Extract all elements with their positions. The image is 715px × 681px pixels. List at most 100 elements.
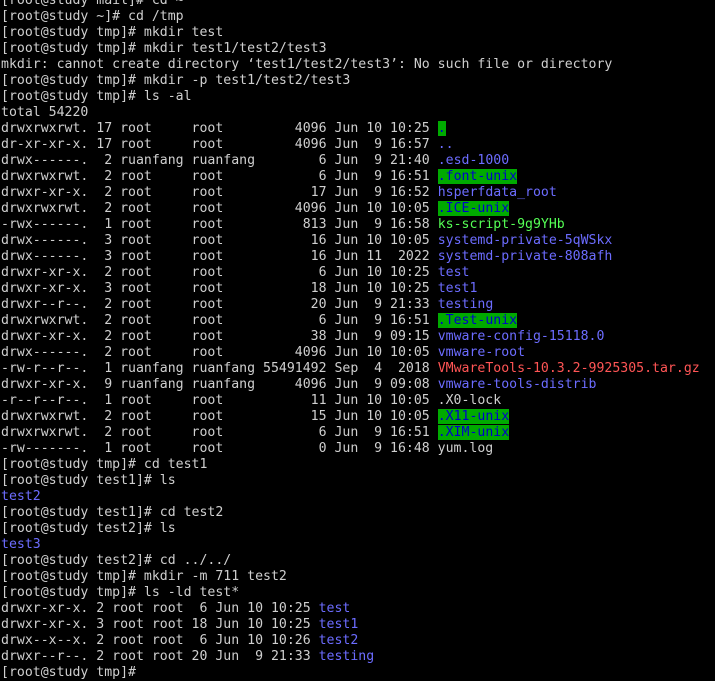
terminal-line: drwxr-xr-x. 2 root root 6 Jun 10 10:25 t… <box>1 265 700 281</box>
terminal-line: -rw-r--r--. 1 ruanfang ruanfang 55491492… <box>1 361 700 377</box>
line-text: dr-xr-xr-x. 17 root root 4096 Jun 9 16:5… <box>1 137 438 152</box>
line-text: [root@study tmp]# cd test1 <box>1 457 208 472</box>
line-text: [root@study tmp]# ls -ld test* <box>1 585 240 600</box>
file-name: systemd-private-808afh <box>437 249 613 264</box>
line-text: drwxrwxrwt. 2 root root 15 Jun 10 10:05 <box>1 409 438 424</box>
line-text: mkdir: cannot create directory ‘test1/te… <box>1 57 613 72</box>
terminal-line: drwx------. 2 root root 4096 Jun 10 10:0… <box>1 345 700 361</box>
line-text: drwxr-xr-x. 2 root root 6 Jun 10 10:25 <box>1 265 438 280</box>
line-text: -rw-------. 1 root root 0 Jun 9 16:48 yu… <box>1 441 494 456</box>
terminal-line: [root@study test1]# cd test2 <box>1 505 700 521</box>
file-name: .font-unix <box>437 169 518 184</box>
line-text: drwx------. 3 root root 16 Jun 11 2022 <box>1 249 438 264</box>
line-text: [root@study ~]# cd /tmp <box>1 9 184 24</box>
terminal-line: -r--r--r--. 1 root root 11 Jun 10 10:05 … <box>1 393 700 409</box>
file-name: test1 <box>318 617 359 632</box>
terminal-line: mkdir: cannot create directory ‘test1/te… <box>1 57 700 73</box>
line-text: [root@study test1]# ls <box>1 473 176 488</box>
terminal-line: drwxr-xr-x. 2 root root 6 Jun 10 10:25 t… <box>1 601 700 617</box>
terminal-line: drwxrwxrwt. 2 root root 6 Jun 9 16:51 .f… <box>1 169 700 185</box>
file-name: VMwareTools-10.3.2-9925305.tar.gz <box>437 361 700 376</box>
terminal-line: drwxrwxrwt. 17 root root 4096 Jun 10 10:… <box>1 121 700 137</box>
terminal-line: drwxr--r--. 2 root root 20 Jun 9 21:33 t… <box>1 297 700 313</box>
terminal-line: drwxr-xr-x. 2 root root 38 Jun 9 09:15 v… <box>1 329 700 345</box>
terminal-line: [root@study tmp]# mkdir test <box>1 25 700 41</box>
terminal-line: drwxr--r--. 2 root root 20 Jun 9 21:33 t… <box>1 649 700 665</box>
file-name: test2 <box>1 489 41 504</box>
terminal-line: [root@study test1]# ls <box>1 473 700 489</box>
terminal-line: [root@study tmp]# <box>1 665 700 681</box>
line-text: drwx------. 2 ruanfang ruanfang 6 Jun 9 … <box>1 153 438 168</box>
file-name: systemd-private-5qWSkx <box>437 233 613 248</box>
line-text: drwxr-xr-x. 2 root root 6 Jun 10 10:25 <box>1 601 319 616</box>
terminal-line: [root@study tmp]# ls -ld test* <box>1 585 700 601</box>
line-text: drwxr--r--. 2 root root 20 Jun 9 21:33 <box>1 297 438 312</box>
terminal-line: [root@study ~]# cd /tmp <box>1 9 700 25</box>
terminal-line: drwxr-xr-x. 3 root root 18 Jun 10 10:25 … <box>1 281 700 297</box>
line-text: [root@study test2]# cd ../../ <box>1 553 232 568</box>
file-name: testing <box>318 649 375 664</box>
line-text: drwxrwxrwt. 2 root root 6 Jun 9 16:51 <box>1 425 438 440</box>
file-name: ks-script-9g9YHb <box>437 217 565 232</box>
line-text: [root@study tmp]# ls -al <box>1 89 192 104</box>
line-text: drwx------. 3 root root 16 Jun 10 10:05 <box>1 233 438 248</box>
file-name: test2 <box>318 633 359 648</box>
terminal-line: test3 <box>1 537 700 553</box>
file-name: .. <box>437 137 454 152</box>
line-text: [root@study tmp]# mkdir -m 711 test2 <box>1 569 287 584</box>
terminal-line: [root@study test2]# ls <box>1 521 700 537</box>
line-text: drwxr-xr-x. 2 root root 38 Jun 9 09:15 <box>1 329 438 344</box>
terminal-line: drwxrwxrwt. 2 root root 4096 Jun 10 10:0… <box>1 201 700 217</box>
terminal-line: drwxr-xr-x. 3 root root 18 Jun 10 10:25 … <box>1 617 700 633</box>
file-name: .XIM-unix <box>437 425 510 440</box>
line-text: drwx--x--x. 2 root root 6 Jun 10 10:26 <box>1 633 319 648</box>
terminal-line: [root@study tmp]# mkdir -p test1/test2/t… <box>1 73 700 89</box>
line-text: [root@study mail]# cd ~ <box>1 0 184 8</box>
file-name: vmware-tools-distrib <box>437 377 597 392</box>
line-text: [root@study test2]# ls <box>1 521 176 536</box>
terminal-line: drwxr-xr-x. 2 root root 17 Jun 9 16:52 h… <box>1 185 700 201</box>
terminal-line: drwxrwxrwt. 2 root root 6 Jun 9 16:51 .X… <box>1 425 700 441</box>
line-text: drwxr-xr-x. 3 root root 18 Jun 10 10:25 <box>1 617 319 632</box>
terminal-line: [root@study tmp]# mkdir -m 711 test2 <box>1 569 700 585</box>
terminal-line: dr-xr-xr-x. 17 root root 4096 Jun 9 16:5… <box>1 137 700 153</box>
terminal-line: total 54220 <box>1 105 700 121</box>
line-text: [root@study tmp]# <box>1 665 144 680</box>
file-name: test3 <box>1 537 41 552</box>
line-text: [root@study tmp]# mkdir test1/test2/test… <box>1 41 327 56</box>
terminal-line: drwx------. 3 root root 16 Jun 10 10:05 … <box>1 233 700 249</box>
file-name: .X11-unix <box>437 409 510 424</box>
line-text: [root@study tmp]# mkdir -p test1/test2/t… <box>1 73 351 88</box>
terminal-line: test2 <box>1 489 700 505</box>
file-name: vmware-config-15118.0 <box>437 329 605 344</box>
line-text: drwxr-xr-x. 3 root root 18 Jun 10 10:25 <box>1 281 438 296</box>
file-name: .esd-1000 <box>437 153 510 168</box>
terminal-line: drwxrwxrwt. 2 root root 6 Jun 9 16:51 .T… <box>1 313 700 329</box>
line-text: drwxrwxrwt. 2 root root 4096 Jun 10 10:0… <box>1 201 438 216</box>
file-name: . <box>437 121 446 136</box>
line-text: drwxrwxrwt. 17 root root 4096 Jun 10 10:… <box>1 121 438 136</box>
file-name: test <box>318 601 351 616</box>
terminal-line: [root@study tmp]# cd test1 <box>1 457 700 473</box>
terminal-line: drwxrwxrwt. 2 root root 15 Jun 10 10:05 … <box>1 409 700 425</box>
terminal-line: -rwx------. 1 root root 813 Jun 9 16:58 … <box>1 217 700 233</box>
terminal-line: drwx--x--x. 2 root root 6 Jun 10 10:26 t… <box>1 633 700 649</box>
terminal-line: -rw-------. 1 root root 0 Jun 9 16:48 yu… <box>1 441 700 457</box>
line-text: drwxr--r--. 2 root root 20 Jun 9 21:33 <box>1 649 319 664</box>
line-text: drwx------. 2 root root 4096 Jun 10 10:0… <box>1 345 438 360</box>
terminal-line: [root@study mail]# cd ~ <box>1 0 700 9</box>
file-name: vmware-root <box>437 345 526 360</box>
line-text: -rw-r--r--. 1 ruanfang ruanfang 55491492… <box>1 361 438 376</box>
line-text: [root@study tmp]# mkdir test <box>1 25 224 40</box>
file-name: .Test-unix <box>437 313 518 328</box>
line-text: total 54220 <box>1 105 89 120</box>
line-text: drwxrwxrwt. 2 root root 6 Jun 9 16:51 <box>1 169 438 184</box>
terminal-line: [root@study test2]# cd ../../ <box>1 553 700 569</box>
terminal-output[interactable]: [root@study mail]# cd ~ [root@study ~]# c… <box>1 0 700 681</box>
file-name: test1 <box>437 281 478 296</box>
terminal-line: drwx------. 3 root root 16 Jun 11 2022 s… <box>1 249 700 265</box>
line-text: [root@study test1]# cd test2 <box>1 505 224 520</box>
line-text: drwxrwxrwt. 2 root root 6 Jun 9 16:51 <box>1 313 438 328</box>
line-text: -rwx------. 1 root root 813 Jun 9 16:58 <box>1 217 438 232</box>
terminal-line: drwx------. 2 ruanfang ruanfang 6 Jun 9 … <box>1 153 700 169</box>
